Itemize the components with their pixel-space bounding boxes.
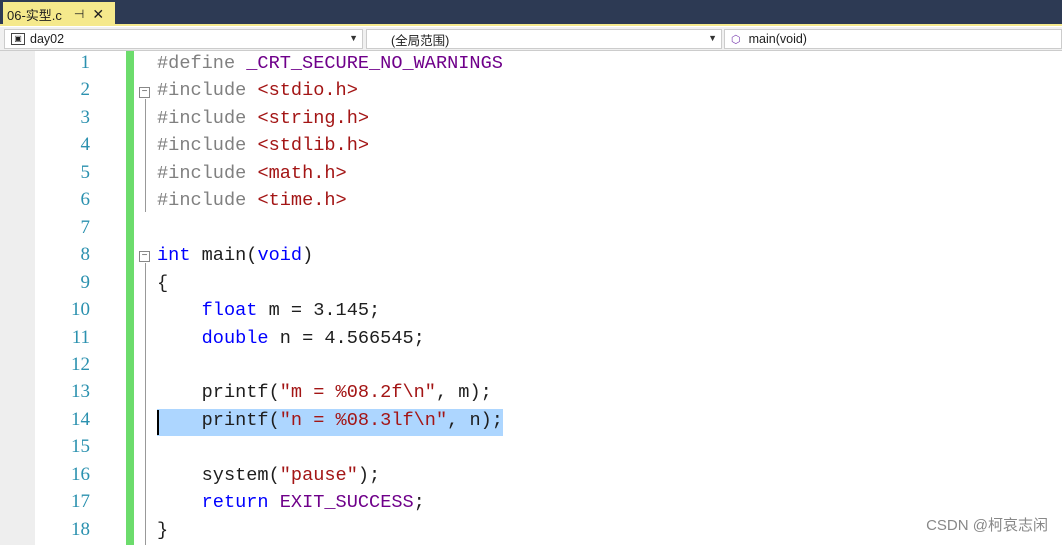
code-line[interactable]: { [157, 273, 168, 294]
code-line[interactable]: double n = 4.566545; [157, 328, 425, 349]
line-number: 10 [71, 299, 90, 321]
line-number: 6 [80, 189, 91, 211]
code-token: system( [157, 464, 280, 486]
line-number: 1 [80, 52, 91, 73]
tab-title: 06-实型.c [7, 7, 62, 23]
code-token: return [201, 492, 269, 514]
line-number: 16 [71, 463, 90, 485]
code-token: ; [413, 492, 425, 514]
code-token: #include [157, 107, 258, 129]
code-line[interactable]: return EXIT_SUCCESS; [157, 492, 425, 513]
line-number: 11 [71, 326, 90, 348]
code-line[interactable]: printf("n = %08.3lf\n", n); [157, 410, 503, 431]
code-token: <time.h> [257, 190, 347, 212]
code-line[interactable]: #define _CRT_SECURE_NO_WARNINGS [157, 53, 503, 74]
code-token: #include [157, 162, 258, 184]
code-token: #include [157, 135, 258, 157]
code-token: main( [190, 245, 258, 267]
code-token: <math.h> [257, 162, 347, 184]
code-token: ) [302, 245, 314, 267]
code-token: int [157, 245, 191, 267]
code-line[interactable]: float m = 3.145; [157, 300, 381, 322]
function-icon: ⬡ [731, 33, 741, 46]
line-number: 9 [80, 271, 91, 293]
line-number: 12 [71, 353, 90, 375]
chevron-down-icon: ▼ [349, 33, 358, 43]
code-token: ); [357, 464, 381, 486]
function-label: main(void) [748, 32, 807, 46]
function-dropdown[interactable]: ⬡ main(void) [724, 29, 1062, 49]
code-token: printf( [157, 382, 280, 404]
close-icon[interactable]: ✕ [92, 6, 104, 23]
code-token: #include [157, 190, 258, 212]
code-token: } [157, 519, 169, 541]
code-token: n = 4.566545; [268, 327, 425, 349]
line-number: 2 [80, 79, 91, 101]
line-number: 3 [80, 106, 91, 128]
line-number: 17 [71, 491, 90, 513]
code-token: void [257, 245, 303, 267]
code-token: printf( [157, 409, 280, 431]
line-number: 7 [80, 216, 91, 238]
changed-lines-bar [126, 51, 134, 545]
code-token: double [201, 327, 269, 349]
code-token: <stdlib.h> [257, 135, 370, 157]
tab-06-c[interactable]: 06-实型.c ⊣ ✕ [3, 2, 115, 26]
project-icon: ▣ [11, 33, 25, 45]
scope-dropdown[interactable]: (全局范围) ▼ [366, 29, 722, 49]
code-token: <string.h> [257, 107, 370, 129]
code-editor[interactable]: 1 #define _CRT_SECURE_NO_WARNINGS 2 #includ… [0, 51, 1062, 545]
code-token: , m); [435, 382, 492, 404]
code-token: "pause" [279, 464, 358, 486]
text-caret [157, 410, 159, 435]
indicator-margin [0, 51, 35, 545]
line-number: 14 [71, 408, 90, 430]
scope-label: (全局范围) [391, 33, 450, 48]
watermark: CSDN @柯哀志闲 [926, 517, 1048, 534]
project-label: day02 [30, 32, 65, 46]
code-line[interactable]: int main(void) [157, 245, 313, 266]
navigation-bar: ▣ day02 ▼ (全局范围) ▼ ⬡ main(void) [0, 27, 1062, 51]
code-line[interactable]: } [157, 520, 168, 541]
line-number: 4 [80, 134, 91, 156]
outline-line [145, 263, 146, 545]
code-token: "n = %08.3lf\n" [279, 409, 448, 431]
code-token: #include [157, 80, 258, 102]
code-token: m = 3.145; [257, 300, 381, 322]
line-number: 18 [71, 518, 90, 540]
outline-line [145, 99, 146, 212]
collapse-icon[interactable]: − [139, 251, 150, 262]
code-token: "m = %08.2f\n" [279, 382, 436, 404]
code-token: float [201, 300, 258, 322]
code-token: EXIT_SUCCESS [279, 492, 414, 514]
code-token: _CRT_SECURE_NO_WARNINGS [246, 53, 503, 74]
code-line[interactable]: printf("m = %08.2f\n", m); [157, 382, 492, 403]
code-line[interactable]: #include <time.h> [157, 190, 347, 211]
code-line[interactable]: #include <stdlib.h> [157, 135, 369, 156]
line-number: 13 [71, 381, 90, 403]
line-number: 15 [71, 436, 90, 458]
pin-icon[interactable]: ⊣ [74, 7, 84, 21]
line-number: 5 [80, 161, 91, 183]
tab-bar: 06-实型.c ⊣ ✕ [0, 0, 1062, 26]
code-token: { [157, 272, 169, 294]
collapse-icon[interactable]: − [139, 87, 150, 98]
code-line[interactable]: #include <string.h> [157, 108, 369, 129]
code-token: , n); [447, 409, 503, 431]
line-number: 8 [80, 244, 91, 266]
code-token: <stdio.h> [257, 80, 358, 102]
chevron-down-icon: ▼ [708, 33, 717, 43]
code-line[interactable]: system("pause"); [157, 464, 381, 486]
project-dropdown[interactable]: ▣ day02 ▼ [4, 29, 363, 49]
code-line[interactable]: #include <math.h> [157, 163, 347, 184]
code-line[interactable]: #include <stdio.h> [157, 80, 358, 101]
code-token: #define [157, 53, 247, 74]
